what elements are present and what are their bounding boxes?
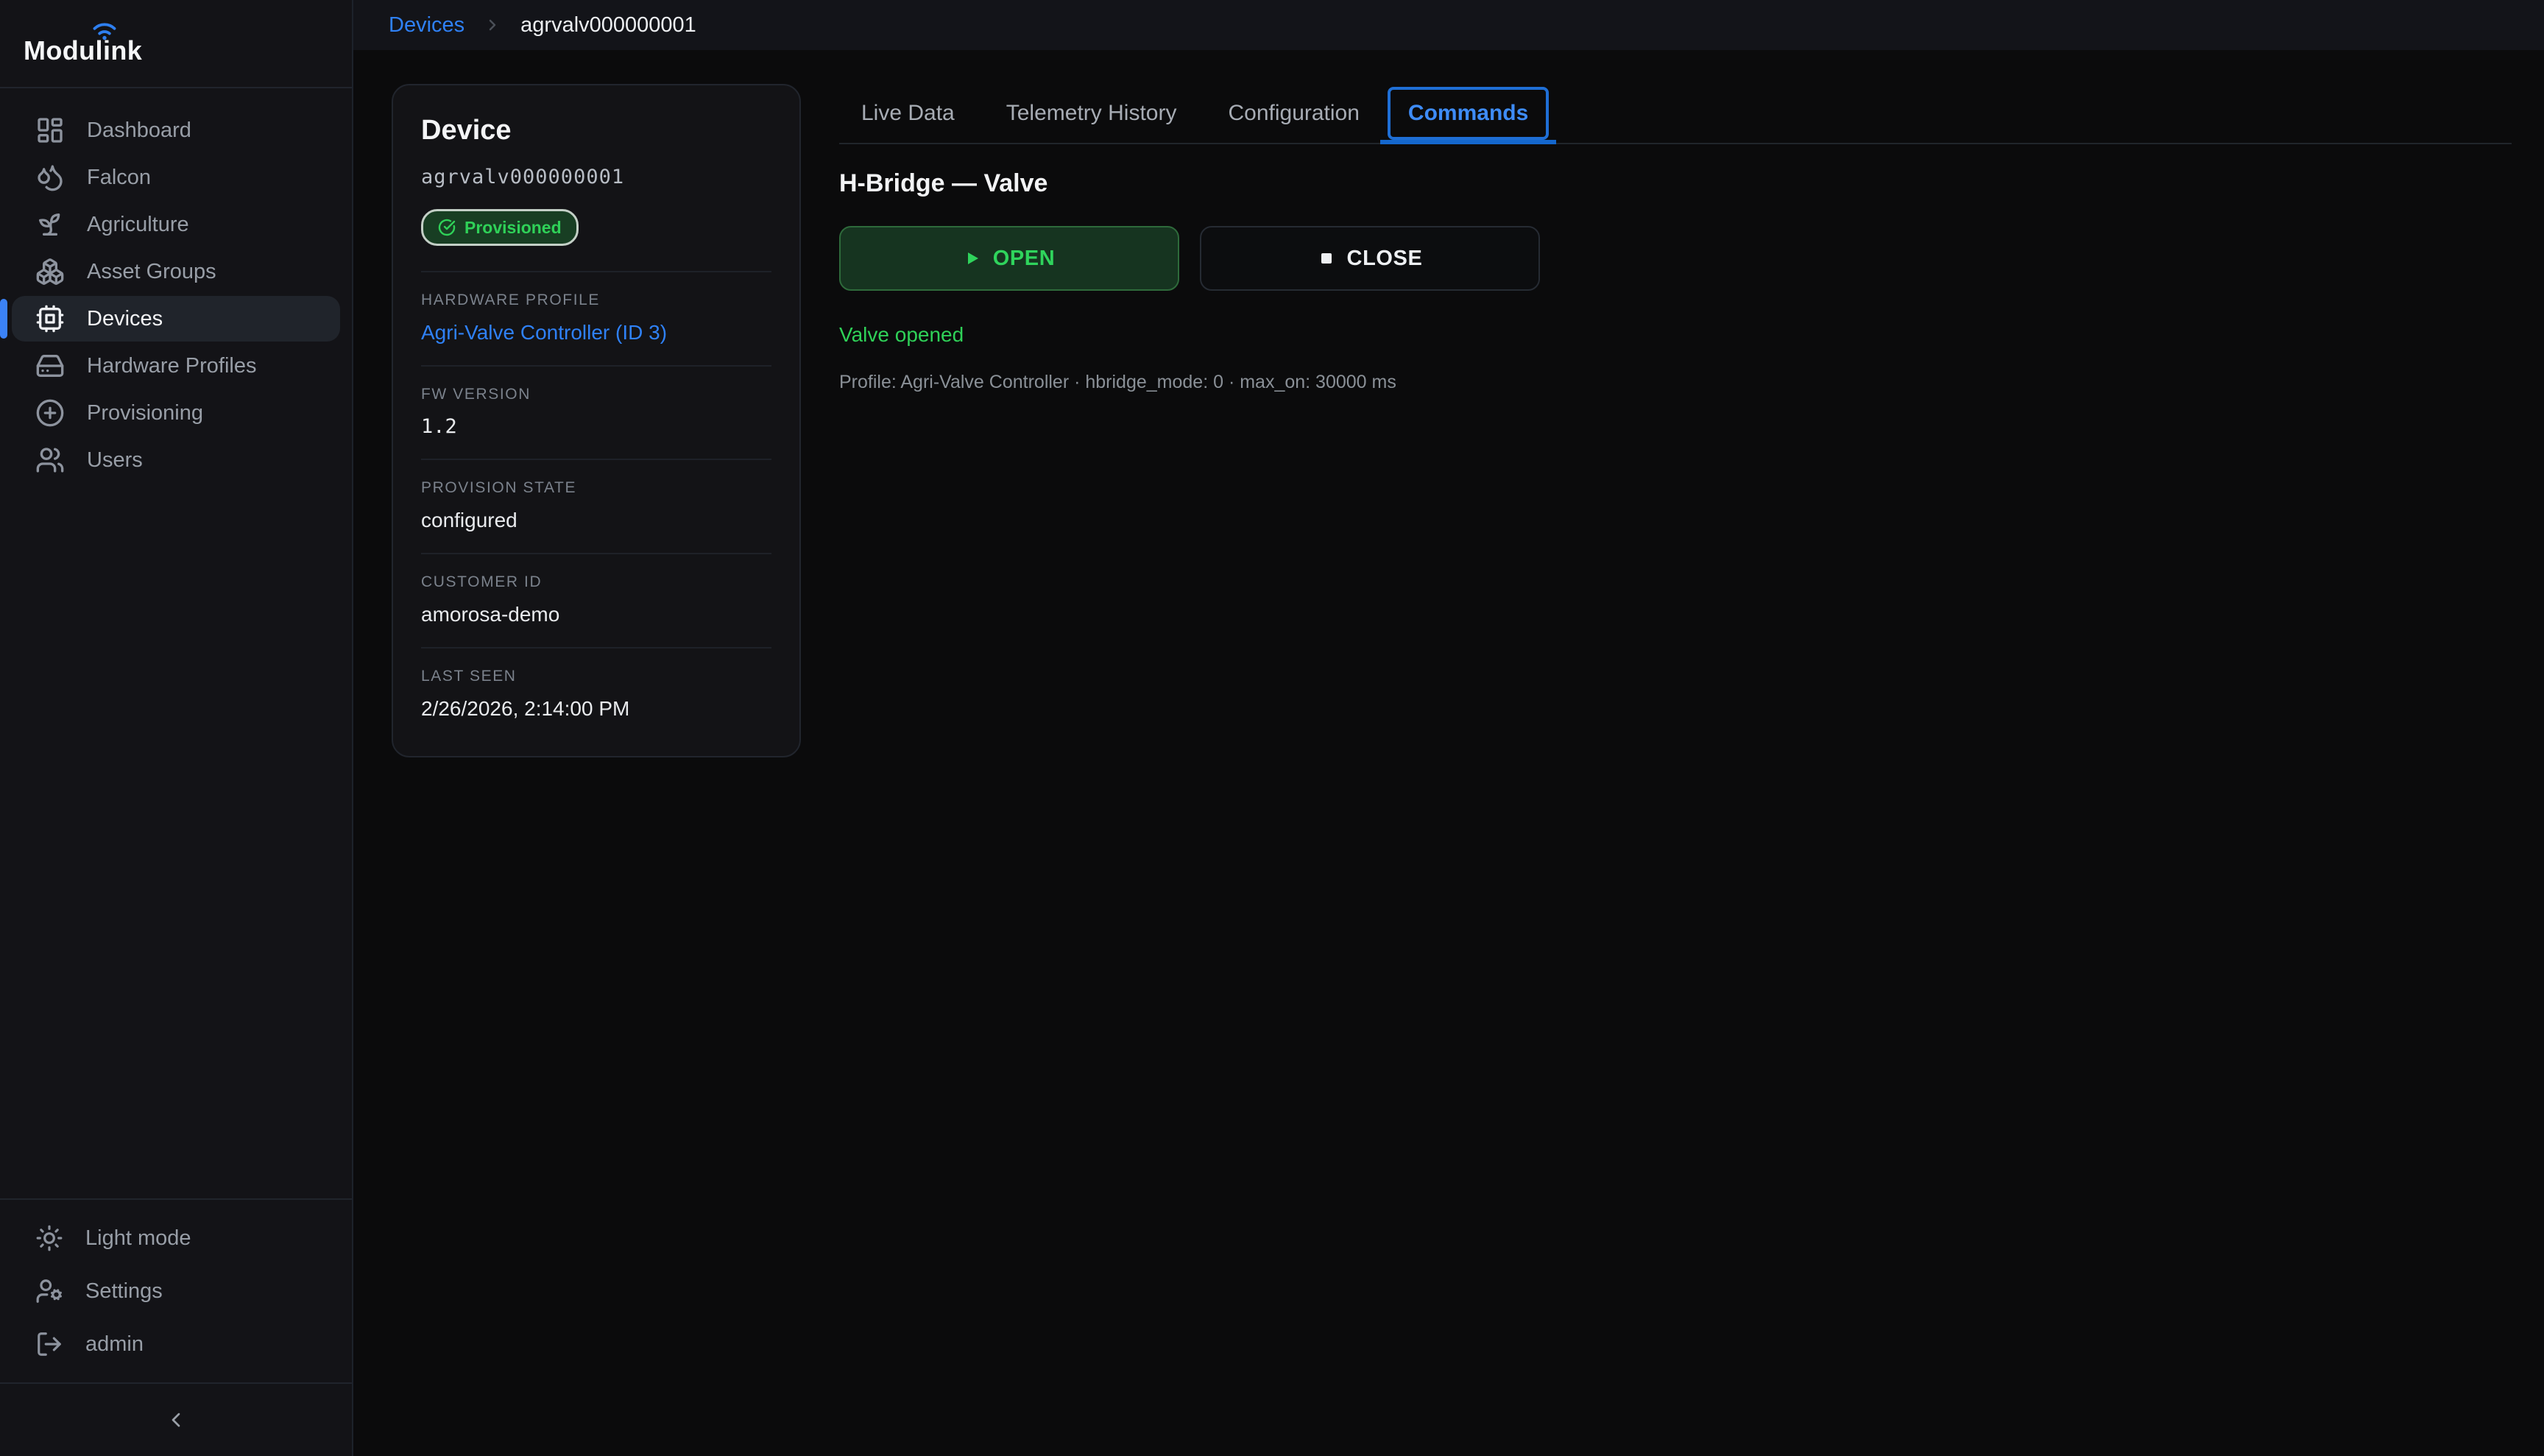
sidebar-item-asset-groups[interactable]: Asset Groups bbox=[12, 249, 340, 294]
boxes-icon bbox=[35, 257, 65, 286]
command-status-message: Valve opened bbox=[839, 323, 2512, 347]
theme-toggle-light-mode[interactable]: Light mode bbox=[0, 1212, 352, 1265]
device-detail-panel: Live Data Telemetry History Configuratio… bbox=[839, 84, 2512, 1456]
sidebar-item-devices[interactable]: Devices bbox=[12, 296, 340, 342]
sidebar-item-label: Devices bbox=[87, 307, 163, 331]
plus-circle-icon bbox=[35, 398, 65, 428]
sidebar-item-label: Provisioning bbox=[87, 401, 203, 425]
sidebar-spacer bbox=[0, 484, 352, 1198]
footer-item-label: Light mode bbox=[85, 1226, 191, 1251]
chevron-left-icon bbox=[164, 1408, 188, 1432]
brand-name: Modulink bbox=[24, 35, 142, 66]
field-label: LAST SEEN bbox=[421, 668, 771, 685]
sidebar: Modulink Dashboard Falcon Agriculture bbox=[0, 0, 353, 1456]
profile-caption: Profile: Agri-Valve Controller · hbridge… bbox=[839, 372, 2512, 393]
sidebar-item-label: Dashboard bbox=[87, 119, 191, 143]
play-icon bbox=[964, 250, 981, 267]
hard-drive-icon bbox=[35, 351, 65, 381]
tab-bar: Live Data Telemetry History Configuratio… bbox=[839, 84, 2512, 144]
dashboard-grid-icon bbox=[35, 116, 65, 145]
tab-commands[interactable]: Commands bbox=[1388, 87, 1549, 140]
field-label: CUSTOMER ID bbox=[421, 573, 771, 591]
sidebar-collapse-button[interactable] bbox=[155, 1399, 197, 1441]
sidebar-item-label: Falcon bbox=[87, 166, 151, 190]
close-button-label: CLOSE bbox=[1347, 247, 1423, 271]
open-button-label: OPEN bbox=[993, 247, 1056, 271]
topbar: Devices agrvalv000000001 bbox=[353, 0, 2544, 50]
app-root: Modulink Dashboard Falcon Agriculture bbox=[0, 0, 2544, 1456]
main-area: Devices agrvalv000000001 Device agrvalv0… bbox=[353, 0, 2544, 1456]
sidebar-item-falcon[interactable]: Falcon bbox=[12, 155, 340, 200]
device-card: Device agrvalv000000001 Provisioned HARD… bbox=[392, 84, 801, 757]
chevron-right-icon bbox=[484, 16, 501, 34]
device-card-title: Device bbox=[421, 115, 771, 146]
field-label: PROVISION STATE bbox=[421, 479, 771, 497]
sidebar-item-hardware-profiles[interactable]: Hardware Profiles bbox=[12, 343, 340, 389]
valve-close-button[interactable]: CLOSE bbox=[1200, 226, 1540, 291]
field-value: 1.2 bbox=[421, 415, 771, 438]
sidebar-item-label: Users bbox=[87, 448, 143, 473]
field-value: amorosa-demo bbox=[421, 603, 771, 626]
tab-telemetry-history[interactable]: Telemetry History bbox=[1003, 97, 1180, 130]
breadcrumb-devices-link[interactable]: Devices bbox=[389, 13, 464, 38]
content: Device agrvalv000000001 Provisioned HARD… bbox=[353, 50, 2544, 1456]
sidebar-item-agriculture[interactable]: Agriculture bbox=[12, 202, 340, 247]
sidebar-item-provisioning[interactable]: Provisioning bbox=[12, 390, 340, 436]
field-label: HARDWARE PROFILE bbox=[421, 291, 771, 309]
tab-configuration[interactable]: Configuration bbox=[1225, 97, 1362, 130]
sidebar-footer: Light mode Settings admin bbox=[0, 1200, 352, 1382]
field-value: 2/26/2026, 2:14:00 PM bbox=[421, 697, 771, 721]
sidebar-collapse-row bbox=[0, 1384, 352, 1456]
hardware-profile-link[interactable]: Agri-Valve Controller (ID 3) bbox=[421, 321, 771, 344]
breadcrumb-current: agrvalv000000001 bbox=[520, 13, 696, 38]
cpu-icon bbox=[35, 304, 65, 333]
droplets-icon bbox=[35, 163, 65, 192]
sidebar-item-label: Asset Groups bbox=[87, 260, 216, 284]
check-circle-icon bbox=[438, 219, 456, 236]
user-gear-icon bbox=[35, 1277, 63, 1305]
sun-icon bbox=[35, 1224, 63, 1252]
sidebar-item-dashboard[interactable]: Dashboard bbox=[12, 107, 340, 153]
wifi-icon bbox=[91, 19, 118, 40]
users-icon bbox=[35, 445, 65, 475]
field-fw-version: FW VERSION 1.2 bbox=[421, 367, 771, 460]
brand-logo: Modulink bbox=[0, 0, 352, 87]
footer-item-label: admin bbox=[85, 1332, 144, 1357]
device-id: agrvalv000000001 bbox=[421, 166, 771, 188]
sidebar-item-label: Hardware Profiles bbox=[87, 354, 256, 378]
logout-admin[interactable]: admin bbox=[0, 1318, 352, 1371]
field-last-seen: LAST SEEN 2/26/2026, 2:14:00 PM bbox=[421, 649, 771, 724]
field-provision-state: PROVISION STATE configured bbox=[421, 460, 771, 554]
stop-icon bbox=[1318, 250, 1335, 267]
sidebar-nav: Dashboard Falcon Agriculture Asset Group… bbox=[0, 88, 352, 484]
field-customer-id: CUSTOMER ID amorosa-demo bbox=[421, 554, 771, 649]
status-badge-provisioned: Provisioned bbox=[421, 209, 579, 246]
field-label: FW VERSION bbox=[421, 386, 771, 403]
sidebar-item-users[interactable]: Users bbox=[12, 437, 340, 483]
command-buttons-row: OPEN CLOSE bbox=[839, 226, 2512, 291]
status-badge-label: Provisioned bbox=[464, 218, 562, 238]
field-value: configured bbox=[421, 509, 771, 532]
tab-live-data[interactable]: Live Data bbox=[858, 97, 958, 130]
sidebar-item-label: Agriculture bbox=[87, 213, 189, 237]
footer-item-label: Settings bbox=[85, 1279, 163, 1304]
sprout-icon bbox=[35, 210, 65, 239]
valve-open-button[interactable]: OPEN bbox=[839, 226, 1179, 291]
logout-icon bbox=[35, 1330, 63, 1358]
commands-section-title: H-Bridge — Valve bbox=[839, 169, 2512, 198]
field-hardware-profile: HARDWARE PROFILE Agri-Valve Controller (… bbox=[421, 272, 771, 367]
badge-row: Provisioned bbox=[421, 209, 771, 272]
sidebar-item-settings[interactable]: Settings bbox=[0, 1265, 352, 1318]
